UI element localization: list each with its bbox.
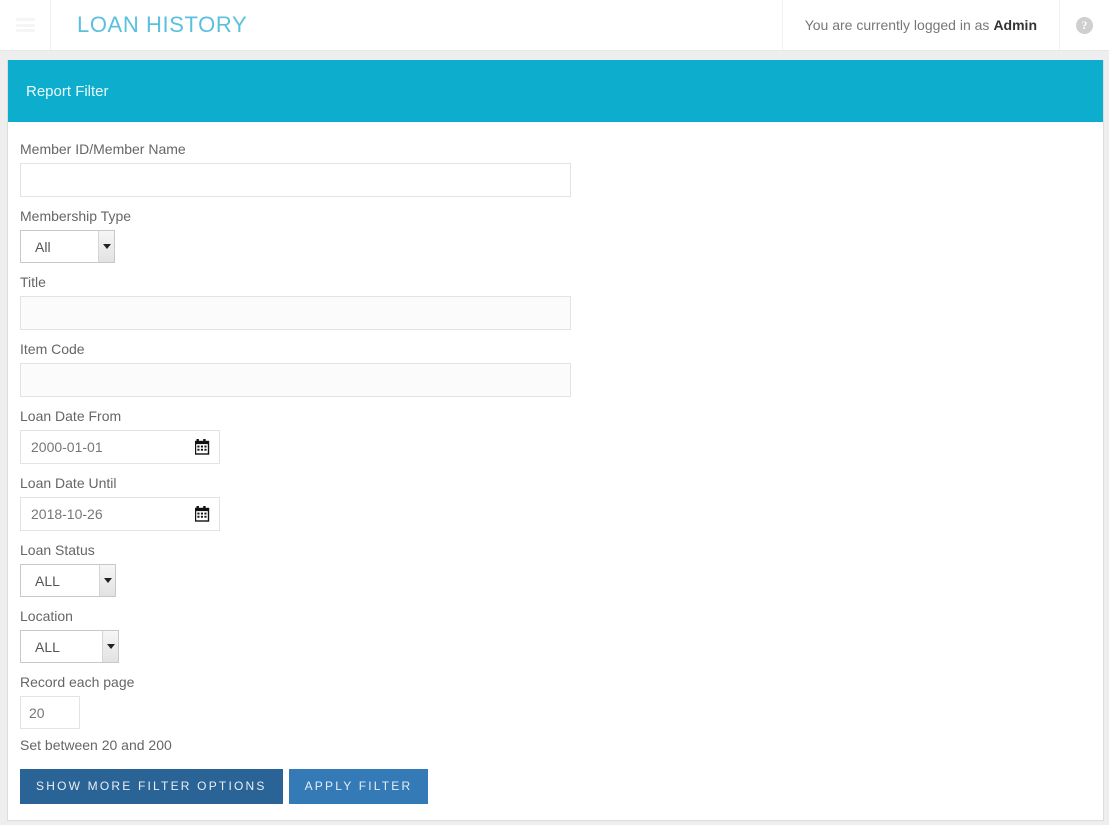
filter-actions: Show More Filter Options Apply Filter	[20, 769, 1091, 804]
help-button[interactable]: ?	[1059, 0, 1109, 50]
field-group-loan-date-from: Loan Date From	[20, 407, 1091, 464]
report-filter-panel: Report Filter Member ID/Member Name Memb…	[7, 60, 1104, 821]
membership-type-select[interactable]: All	[20, 230, 115, 263]
top-navbar: LOAN HISTORY You are currently logged in…	[0, 0, 1109, 51]
panel-heading-label: Report Filter	[26, 82, 109, 100]
record-each-page-help: Set between 20 and 200	[20, 737, 172, 753]
logged-in-status: You are currently logged in as Admin	[781, 0, 1059, 50]
membership-type-label: Membership Type	[20, 208, 132, 224]
panel-heading: Report Filter	[8, 60, 1103, 122]
filter-form: Member ID/Member Name Membership Type Al…	[8, 122, 1103, 820]
loan-status-select[interactable]: ALL	[20, 564, 116, 597]
hamburger-icon	[15, 18, 35, 32]
field-group-item-code: Item Code	[20, 340, 1091, 397]
location-select-wrap: ALL	[20, 630, 119, 663]
item-code-label: Item Code	[20, 341, 85, 357]
page-title: LOAN HISTORY	[77, 12, 248, 37]
loan-date-until-label: Loan Date Until	[20, 475, 117, 491]
field-group-member: Member ID/Member Name	[20, 140, 1091, 197]
loan-date-from-wrap	[20, 430, 220, 464]
field-group-title: Title	[20, 273, 1091, 330]
field-group-loan-status: Loan Status ALL	[20, 541, 1091, 597]
title-label: Title	[20, 274, 46, 290]
page-content: Report Filter Member ID/Member Name Memb…	[0, 51, 1109, 821]
member-input[interactable]	[20, 163, 571, 197]
field-group-loan-date-until: Loan Date Until	[20, 474, 1091, 531]
field-group-membership-type: Membership Type All	[20, 207, 1091, 263]
navbar-spacer	[247, 0, 782, 50]
record-each-page-input[interactable]	[20, 696, 80, 729]
show-more-filter-options-button[interactable]: Show More Filter Options	[20, 769, 283, 804]
calendar-icon[interactable]	[194, 506, 212, 523]
record-each-page-label: Record each page	[20, 674, 135, 690]
field-group-location: Location ALL	[20, 607, 1091, 663]
loan-date-from-label: Loan Date From	[20, 408, 122, 424]
loan-date-until-input[interactable]	[20, 497, 220, 531]
question-circle-icon: ?	[1076, 16, 1093, 34]
sidebar-toggle-button[interactable]	[0, 0, 51, 50]
logged-in-label: You are currently logged in as	[804, 17, 990, 33]
location-select[interactable]: ALL	[20, 630, 119, 663]
location-label: Location	[20, 608, 73, 624]
loan-status-select-wrap: ALL	[20, 564, 116, 597]
field-group-record-each-page: Record each page Set between 20 and 200	[20, 673, 1091, 755]
loan-date-until-wrap	[20, 497, 220, 531]
loan-status-label: Loan Status	[20, 542, 95, 558]
member-label: Member ID/Member Name	[20, 141, 186, 157]
membership-type-select-wrap: All	[20, 230, 115, 263]
calendar-icon[interactable]	[194, 439, 212, 456]
apply-filter-button[interactable]: Apply Filter	[288, 769, 429, 804]
loan-date-from-input[interactable]	[20, 430, 220, 464]
item-code-input[interactable]	[20, 363, 571, 397]
title-input[interactable]	[20, 296, 571, 330]
current-username[interactable]: Admin	[993, 17, 1037, 33]
